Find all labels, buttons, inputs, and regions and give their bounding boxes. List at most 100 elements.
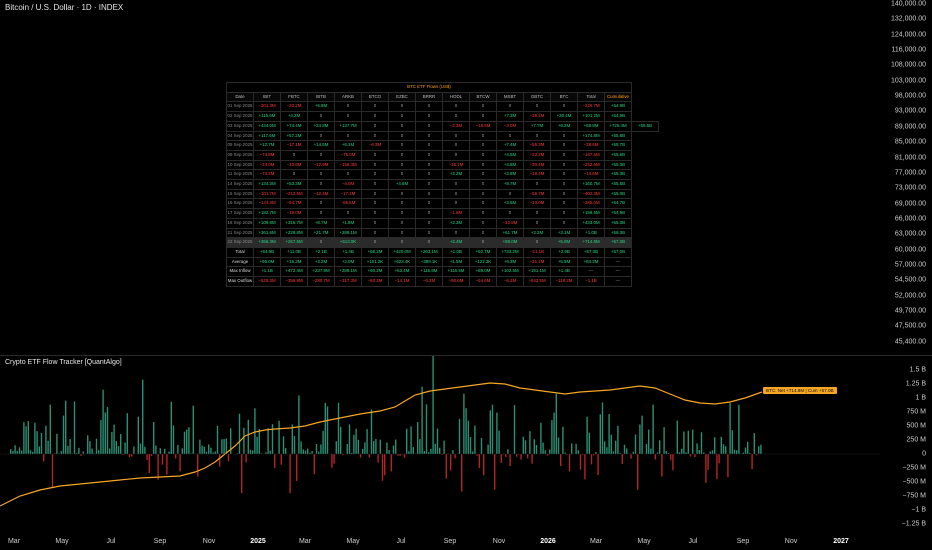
flow-cell: 0 bbox=[550, 179, 578, 190]
flow-bar bbox=[412, 447, 414, 454]
flow-bar bbox=[98, 450, 100, 454]
flow-bar bbox=[205, 451, 208, 454]
flow-bar bbox=[654, 454, 656, 460]
flow-tick: 1.5 B bbox=[909, 366, 926, 374]
flow-bar bbox=[403, 454, 406, 458]
summary-cell: −31.1M bbox=[523, 256, 551, 268]
flow-cell: 0 bbox=[361, 237, 389, 248]
column-header: MSBT bbox=[496, 91, 524, 103]
flow-bar bbox=[454, 454, 456, 459]
flow-cell: 0 bbox=[523, 130, 551, 142]
flow-cell: 0 bbox=[388, 188, 416, 200]
flow-bar bbox=[313, 454, 315, 475]
time-tick: 2027 bbox=[833, 538, 849, 545]
flow-bar bbox=[346, 443, 348, 454]
flow-bar bbox=[379, 439, 381, 454]
flow-bar bbox=[634, 434, 637, 454]
flow-cell: −18.6M bbox=[469, 120, 497, 132]
flow-cell: 0 bbox=[307, 169, 335, 181]
flow-bar bbox=[670, 454, 672, 461]
flow-bar bbox=[436, 428, 439, 454]
flow-cell: +61.7M bbox=[496, 227, 524, 239]
flow-cell: 0 bbox=[550, 101, 578, 113]
flow-cell: +55.3B bbox=[604, 159, 632, 171]
flow-cell: −3.0M bbox=[496, 120, 524, 132]
flow-bar bbox=[760, 444, 762, 454]
flow-bar bbox=[12, 451, 14, 454]
flow-cell: 0 bbox=[280, 149, 308, 161]
flow-cell: +55.7B bbox=[604, 140, 632, 151]
flow-cell: 0 bbox=[361, 169, 389, 181]
flow-bar bbox=[630, 454, 632, 459]
summary-cell: +102.5M bbox=[496, 266, 524, 278]
flow-bar bbox=[410, 426, 412, 454]
flow-bar bbox=[659, 440, 661, 454]
time-axis[interactable]: Mar May Jul Sep Nov 2025 Mar May Jul Sep Nov 2026 Ma… bbox=[0, 534, 880, 550]
flow-bar bbox=[388, 450, 390, 454]
time-tick: Nov bbox=[492, 538, 506, 545]
flow-bar bbox=[148, 454, 150, 474]
summary-cell: −14.1M bbox=[388, 276, 416, 287]
flow-cell: −35.1M bbox=[523, 111, 551, 122]
row-date: 15 Sep 2025 bbox=[226, 188, 254, 200]
flow-cell: +30.4M bbox=[550, 111, 578, 122]
flow-cell: 0 bbox=[334, 101, 362, 113]
summary-cell: — bbox=[604, 266, 632, 278]
flow-bar bbox=[588, 432, 590, 454]
flow-bar bbox=[615, 440, 617, 454]
flow-bar bbox=[192, 405, 194, 454]
flow-bar bbox=[551, 420, 553, 454]
table-row: 04 Sep 2025 +117.6M +57.2M 0 0 0 0 0 0 0 0 0 0 +174.8… bbox=[226, 130, 659, 142]
flow-bar bbox=[203, 446, 205, 454]
flow-cell: 0 bbox=[361, 188, 389, 200]
flow-bar bbox=[166, 454, 168, 475]
flow-bar bbox=[434, 443, 436, 454]
flow-cell: 0 bbox=[388, 208, 416, 219]
flow-bar bbox=[320, 444, 322, 454]
flow-bar bbox=[430, 448, 432, 454]
flow-cell: +4.8M bbox=[496, 159, 524, 171]
flow-bar bbox=[324, 402, 326, 454]
time-tick: Nov bbox=[202, 538, 216, 545]
flow-bar bbox=[296, 454, 298, 481]
flow-bar bbox=[513, 405, 516, 454]
flow-bar bbox=[377, 454, 379, 463]
flow-cell: 0 bbox=[523, 217, 551, 229]
flow-axis[interactable]: 1.5 B 1.25 B 1 B 750 M 500 M 250 M 0 −250 M −500… bbox=[880, 356, 932, 534]
flow-cell: 0 bbox=[415, 101, 443, 113]
flow-bar bbox=[102, 389, 104, 454]
flow-bar bbox=[293, 436, 296, 454]
flow-bar bbox=[69, 439, 71, 454]
flow-cell: 0 bbox=[361, 179, 389, 190]
flow-cell: +2.8M bbox=[496, 169, 524, 181]
summary-cell: +191.1M bbox=[523, 266, 551, 278]
flow-bar bbox=[689, 454, 692, 457]
price-tick: 140,000.00 bbox=[890, 0, 926, 8]
flow-bar bbox=[95, 438, 98, 454]
flow-cell: +54.9B bbox=[604, 111, 632, 122]
price-axis[interactable]: 140,000.00 132,000.00 124,000.00 116,000.00… bbox=[880, 0, 932, 355]
flow-bar bbox=[238, 413, 241, 454]
flow-bar bbox=[612, 451, 615, 454]
flow-tick: 0 bbox=[922, 450, 926, 458]
column-header: BRRR bbox=[415, 91, 443, 103]
flow-bar bbox=[507, 449, 509, 454]
table-row: 08 Sep 2025 −74.8M 0 0 −75.0M 0 0 0 0 0 +4.5M −22.2… bbox=[226, 149, 659, 161]
flow-bar bbox=[718, 454, 720, 464]
flow-cell: 0 bbox=[415, 198, 443, 210]
row-date: 04 Sep 2025 bbox=[226, 130, 254, 142]
summary-cell: +237.9M bbox=[307, 266, 335, 278]
summary-label: Total bbox=[226, 246, 254, 258]
flow-bar bbox=[500, 454, 502, 463]
summary-cell: +16.3M bbox=[280, 256, 308, 268]
flow-bar bbox=[304, 450, 307, 454]
flow-bar bbox=[753, 433, 755, 454]
flow-cell: 0 bbox=[388, 159, 416, 171]
flow-bar bbox=[586, 416, 588, 454]
flow-cell: +57.0B bbox=[604, 237, 632, 248]
price-tick: 89,000.00 bbox=[894, 123, 926, 131]
summary-cell: +116.5M bbox=[442, 266, 470, 278]
flow-cell: +725.4M bbox=[604, 120, 632, 132]
flow-bar bbox=[729, 402, 731, 454]
flow-bar bbox=[142, 379, 144, 454]
